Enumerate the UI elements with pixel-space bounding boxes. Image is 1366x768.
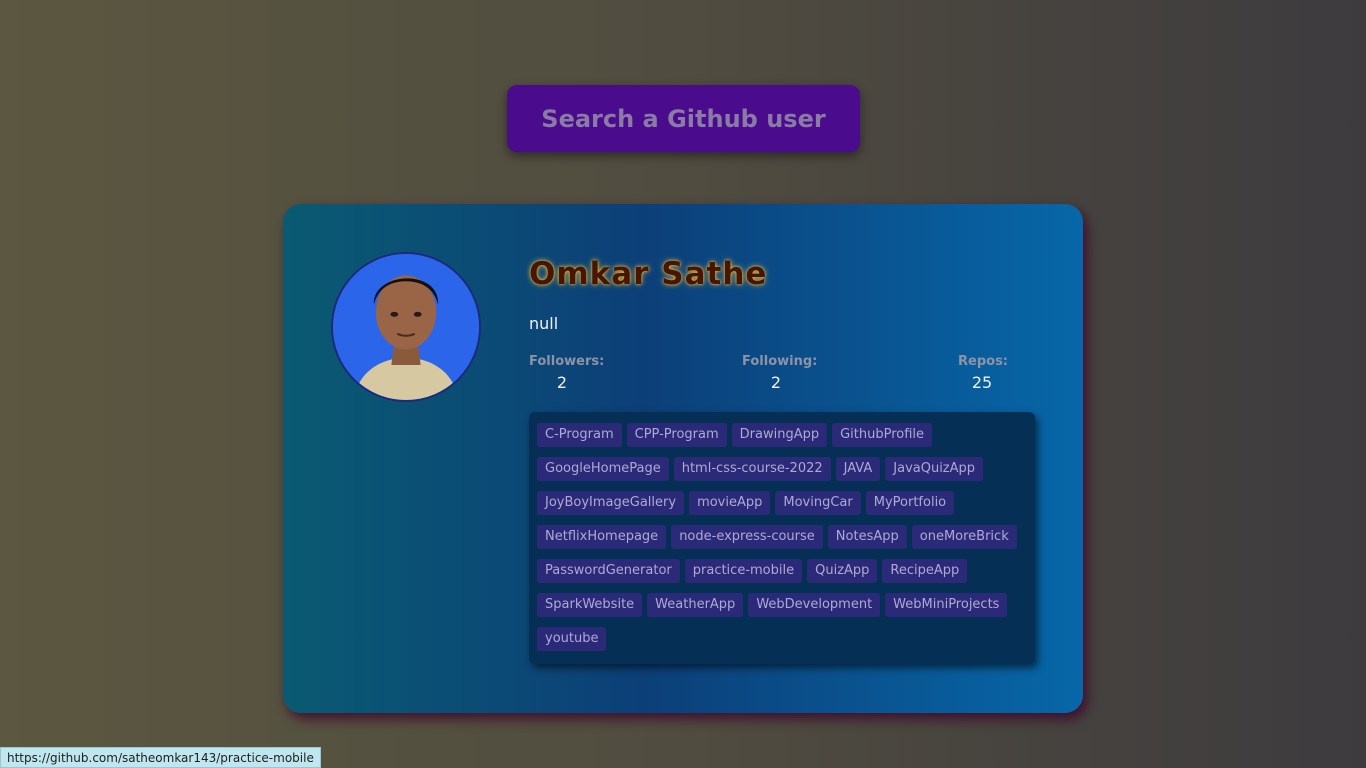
repo-link[interactable]: movieApp [689,491,771,515]
repos-stat: Repos: 25 [958,354,1009,392]
user-name: Omkar Sathe [529,256,768,292]
repos-count: 25 [971,373,993,392]
repo-link[interactable]: node-express-course [671,525,823,549]
repo-link[interactable]: CPP-Program [626,423,727,447]
avatar-image [333,254,479,400]
search-input[interactable] [507,85,860,152]
followers-count: 2 [556,373,568,392]
avatar [331,252,481,402]
following-count: 2 [770,373,782,392]
repo-link[interactable]: JoyBoyImageGallery [537,491,685,515]
repo-link[interactable]: MyPortfolio [865,491,955,515]
repo-link[interactable]: WebMiniProjects [885,593,1008,617]
status-bar-url: https://github.com/satheomkar143/practic… [0,747,321,768]
repo-link[interactable]: RecipeApp [882,559,968,583]
repo-link[interactable]: GithubProfile [832,423,933,447]
repo-link[interactable]: GoogleHomePage [537,457,669,481]
user-bio: null [529,314,559,333]
repo-link[interactable]: oneMoreBrick [911,525,1017,549]
repo-link[interactable]: NetflixHomepage [537,525,667,549]
repo-link[interactable]: MovingCar [775,491,861,515]
repo-link[interactable]: SparkWebsite [537,593,643,617]
profile-card: Omkar Sathe null Followers: 2 Following:… [283,204,1083,713]
repo-list: C-Program CPP-Program DrawingApp GithubP… [529,412,1035,664]
following-label: Following: [742,354,818,369]
repo-link[interactable]: DrawingApp [731,423,828,447]
repo-link[interactable]: JavaQuizApp [885,457,984,481]
repo-link[interactable]: WebDevelopment [748,593,881,617]
repo-link[interactable]: JAVA [835,457,881,481]
repo-link[interactable]: PasswordGenerator [537,559,680,583]
repo-link[interactable]: QuizApp [807,559,878,583]
repo-link[interactable]: practice-mobile [684,559,803,583]
repo-link[interactable]: html-css-course-2022 [673,457,831,481]
repo-link[interactable]: WeatherApp [647,593,744,617]
repo-link[interactable]: C-Program [537,423,622,447]
followers-stat: Followers: 2 [529,354,605,392]
repo-link[interactable]: youtube [537,627,607,651]
repo-link[interactable]: NotesApp [827,525,907,549]
followers-label: Followers: [529,354,605,369]
search-form [507,85,860,152]
following-stat: Following: 2 [742,354,818,392]
repos-label: Repos: [958,354,1009,369]
